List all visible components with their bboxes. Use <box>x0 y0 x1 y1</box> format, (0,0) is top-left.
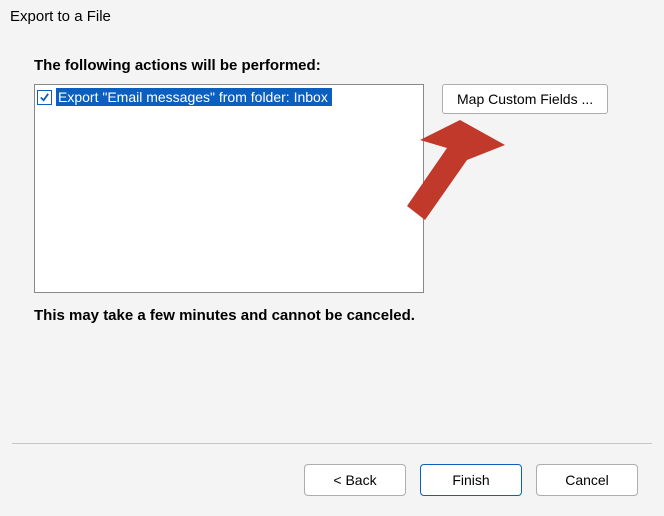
list-item-label: Export "Email messages" from folder: Inb… <box>56 88 332 106</box>
finish-button[interactable]: Finish <box>420 464 522 496</box>
actions-row: Export "Email messages" from folder: Inb… <box>34 84 640 293</box>
cancel-button[interactable]: Cancel <box>536 464 638 496</box>
actions-label: The following actions will be performed: <box>34 57 640 74</box>
back-button[interactable]: < Back <box>304 464 406 496</box>
separator <box>12 443 652 444</box>
actions-listbox[interactable]: Export "Email messages" from folder: Inb… <box>34 84 424 293</box>
main-content: The following actions will be performed:… <box>0 37 664 324</box>
window-title: Export to a File <box>0 0 664 37</box>
warning-note: This may take a few minutes and cannot b… <box>34 307 640 324</box>
map-custom-fields-button[interactable]: Map Custom Fields ... <box>442 84 608 114</box>
checkbox-icon[interactable] <box>37 90 52 105</box>
footer-buttons: < Back Finish Cancel <box>304 464 638 496</box>
list-item[interactable]: Export "Email messages" from folder: Inb… <box>37 87 421 107</box>
